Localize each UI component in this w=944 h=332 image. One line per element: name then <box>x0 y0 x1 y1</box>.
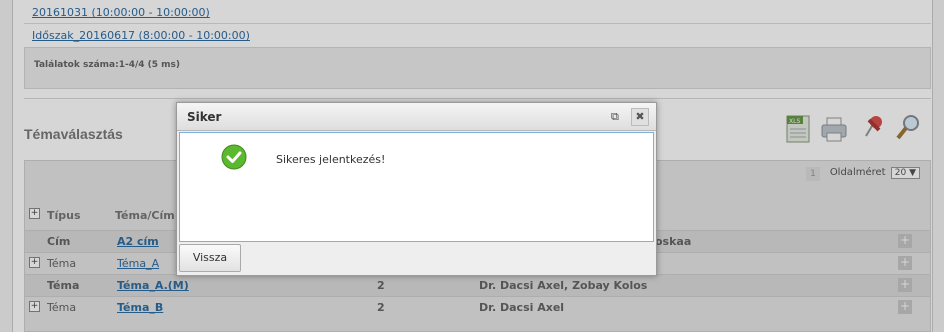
dialog-body: Sikeres jelentkezés! <box>179 132 654 242</box>
back-button[interactable]: Vissza <box>179 244 241 272</box>
popout-icon[interactable]: ⧉ <box>611 110 619 124</box>
dialog-footer: Vissza <box>179 242 654 273</box>
close-icon[interactable]: ✖ <box>631 108 649 126</box>
dialog-header[interactable]: Siker ⧉ ✖ <box>177 103 656 131</box>
success-dialog: Siker ⧉ ✖ Sikeres jelentkezés! Vissza <box>176 102 657 276</box>
success-check-icon <box>221 144 247 170</box>
dialog-message: Sikeres jelentkezés! <box>276 153 386 166</box>
dialog-title: Siker <box>187 110 222 124</box>
page: 20161031 (10:00:00 - 10:00:00) Időszak_2… <box>0 0 944 332</box>
